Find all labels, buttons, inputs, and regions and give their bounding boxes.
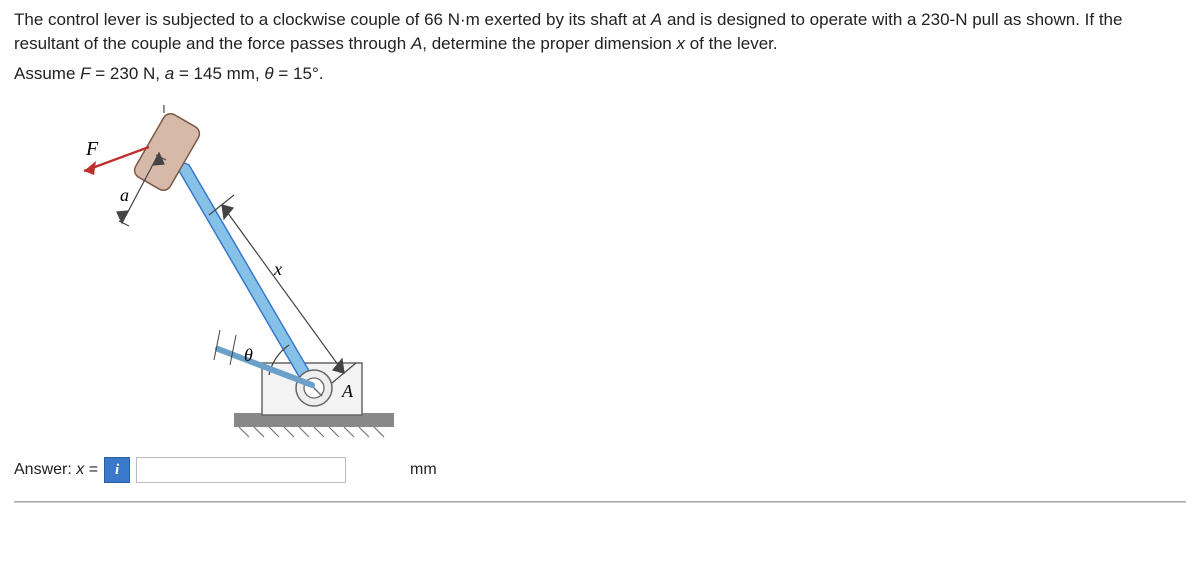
answer-input[interactable] [136, 457, 346, 483]
theta-val: = 15°. [274, 64, 324, 83]
F-val: = 230 N, [91, 64, 165, 83]
equals: = [84, 461, 98, 478]
theta-sym: θ [264, 64, 273, 83]
answer-label: Answer: x = [14, 459, 98, 481]
label-theta: θ [244, 345, 253, 365]
divider [14, 501, 1186, 503]
info-icon[interactable]: i [104, 457, 130, 483]
text: Answer: [14, 461, 76, 478]
text: N·m exerted by its shaft at [443, 10, 651, 29]
label-x: x [273, 259, 282, 279]
answer-row: Answer: x = i mm [14, 457, 1186, 483]
label-A: A [341, 381, 354, 401]
dim-x: x [676, 34, 685, 53]
answer-unit: mm [410, 459, 437, 481]
pull-value: 230 [921, 10, 949, 29]
lever-figure: F a x θ A [34, 105, 454, 445]
problem-statement: The control lever is subjected to a cloc… [14, 8, 1186, 56]
label-F: F [85, 138, 99, 160]
text: The control lever is subjected to a cloc… [14, 10, 424, 29]
text: , determine the proper dimension [422, 34, 676, 53]
F-sym: F [80, 64, 90, 83]
assumptions: Assume F = 230 N, a = 145 mm, θ = 15°. [14, 62, 1186, 86]
ground-hatch [239, 427, 384, 437]
text: Assume [14, 64, 80, 83]
text: and is designed to operate with a [662, 10, 921, 29]
couple-value: 66 [424, 10, 443, 29]
a-sym: a [165, 64, 174, 83]
point-A: A [651, 10, 662, 29]
stub-tick1 [230, 335, 236, 365]
text: of the lever. [685, 34, 778, 53]
label-a: a [120, 185, 129, 205]
stub-tick2 [214, 330, 220, 360]
a-val: = 145 mm, [174, 64, 264, 83]
lever-svg: F a x θ A [34, 105, 454, 445]
point-A: A [411, 34, 422, 53]
handle-axis [148, 105, 179, 113]
